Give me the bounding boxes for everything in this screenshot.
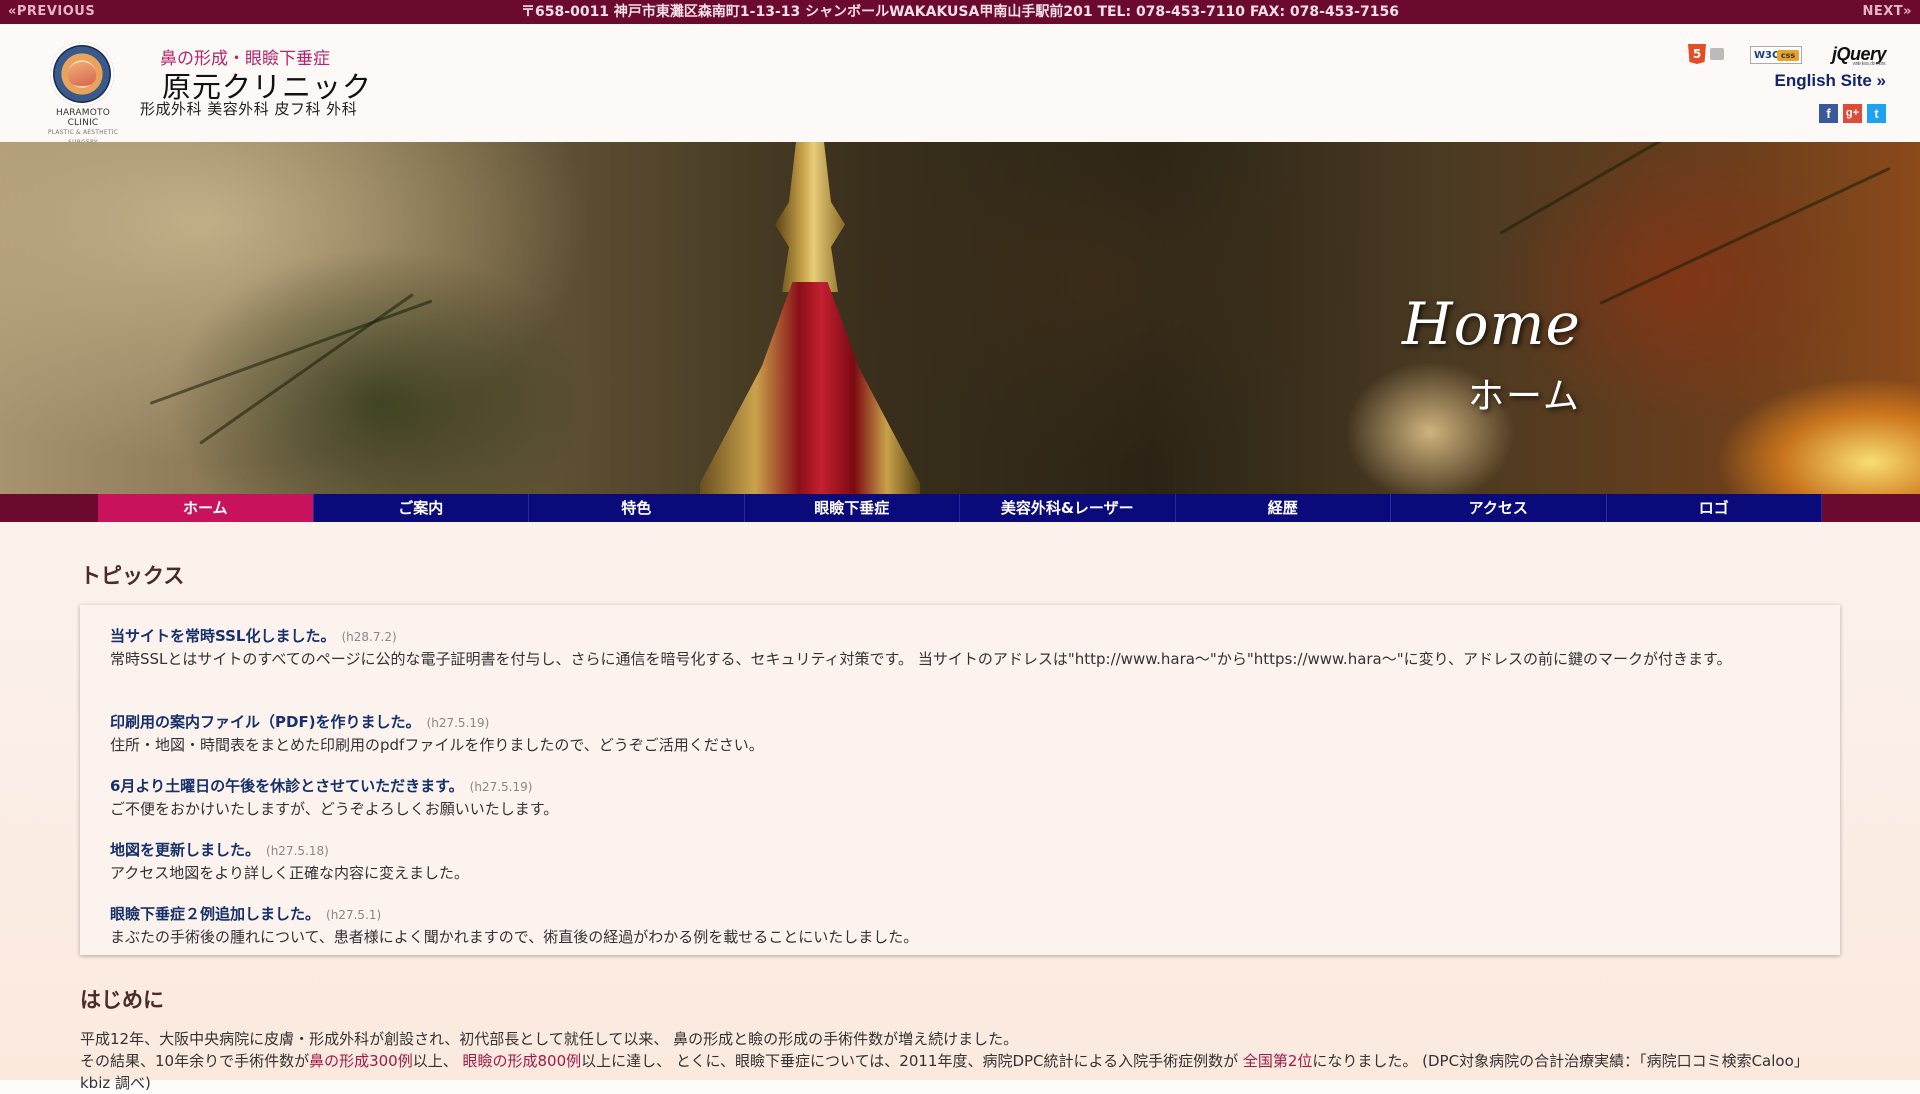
intro-text-segment: その結果、10年余りで手術件数が	[80, 1052, 310, 1070]
html5-sub-icon	[1710, 48, 1724, 60]
highlight-rank: 全国第2位	[1242, 1052, 1313, 1070]
intro-text-segment: 以上、	[412, 1052, 463, 1070]
nav-item-home[interactable]: ホーム	[98, 494, 314, 522]
topic-date: (h28.7.2)	[341, 630, 397, 644]
topic-header: 6月より土曜日の午後を休診とさせていただきます。 (h27.5.19)	[110, 775, 1820, 796]
list-item: 6月より土曜日の午後を休診とさせていただきます。 (h27.5.19) ご不便をお…	[110, 775, 1820, 820]
top-bar: «PREVIOUS 〒658-0011 神戸市東灘区森南町1-13-13 シャン…	[0, 0, 1920, 24]
nav-item-cosmetic[interactable]: 美容外科&レーザー	[960, 494, 1176, 522]
hero-title: Home	[1402, 290, 1581, 358]
clinic-logo-icon[interactable]	[50, 42, 114, 106]
logo-caption-text: HARAMOTO CLINIC	[55, 108, 110, 128]
branch-decoration	[149, 299, 433, 405]
site-header: HARAMOTO CLINIC PLASTIC & AESTHETIC SURG…	[0, 24, 1920, 146]
topics-box: 当サイトを常時SSL化しました。 (h28.7.2) 常時SSLとはサイトのすべて…	[80, 605, 1840, 955]
hero-subtitle: ホーム	[1468, 376, 1581, 417]
branch-decoration	[1599, 166, 1891, 305]
branch-decoration	[199, 293, 414, 445]
hero-banner: Home ホーム	[0, 142, 1920, 494]
topic-body: アクセス地図をより詳しく正確な内容に変えました。	[110, 864, 469, 882]
highlight-eyelid: 眼瞼の形成800例	[462, 1052, 582, 1070]
jquery-icon: jQuery write less, do more.	[1832, 44, 1887, 67]
intro-line-2: その結果、10年余りで手術件数が鼻の形成300例以上、 眼瞼の形成800例以上に…	[80, 1050, 1840, 1094]
topic-title[interactable]: 眼瞼下垂症２例追加しました。	[110, 905, 320, 923]
ornament-top	[775, 142, 845, 292]
departments: 形成外科 美容外科 皮フ科 外科	[140, 100, 358, 118]
nav-item-career[interactable]: 経歴	[1175, 494, 1391, 522]
intro-heading: はじめに	[80, 988, 164, 1012]
topic-date: (h27.5.19)	[469, 780, 533, 794]
topics-heading: トピックス	[80, 564, 185, 588]
html5-icon: 5	[1688, 44, 1706, 64]
next-link[interactable]: NEXT»	[1862, 0, 1912, 24]
list-item: 印刷用の案内ファイル（PDF)を作りました。 (h27.5.19) 住所・地図・時…	[110, 711, 1820, 756]
topic-header: 当サイトを常時SSL化しました。 (h28.7.2)	[110, 625, 1820, 646]
topic-date: (h27.5.18)	[266, 844, 329, 858]
english-site-link[interactable]: English Site »	[1775, 71, 1886, 91]
nav-item-access[interactable]: アクセス	[1391, 494, 1607, 522]
w3c-css-label: W3C	[1754, 50, 1780, 61]
highlight-nose: 鼻の形成300例	[309, 1052, 413, 1070]
nav-item-logo[interactable]: ロゴ	[1606, 494, 1822, 522]
topic-header: 地図を更新しました。 (h27.5.18)	[110, 839, 1820, 860]
list-item: 地図を更新しました。 (h27.5.18) アクセス地図をより詳しく正確な内容に変…	[110, 839, 1820, 884]
intro-text-segment: 以上に達し、 とくに、眼瞼下垂症については、2011年度、病院DPC統計による入…	[581, 1052, 1243, 1070]
ornament-body	[700, 282, 920, 494]
topic-title[interactable]: 地図を更新しました。	[110, 841, 260, 859]
social-links: f g+ t	[1814, 104, 1886, 124]
topic-title[interactable]: 印刷用の案内ファイル（PDF)を作りました。	[110, 713, 421, 731]
topic-title[interactable]: 当サイトを常時SSL化しました。	[110, 627, 336, 645]
facebook-icon[interactable]: f	[1819, 104, 1838, 123]
w3c-css-sub: css	[1777, 50, 1799, 61]
w3c-css-icon: W3C css	[1750, 46, 1802, 64]
clinic-address: 〒658-0011 神戸市東灘区森南町1-13-13 シャンボールWAKAKUS…	[521, 4, 1399, 20]
topic-header: 印刷用の案内ファイル（PDF)を作りました。 (h27.5.19)	[110, 711, 1820, 732]
topic-body: 住所・地図・時間表をまとめた印刷用のpdfファイルを作りましたので、どうぞご活用…	[110, 736, 764, 754]
twitter-icon[interactable]: t	[1867, 104, 1886, 123]
topic-header: 眼瞼下垂症２例追加しました。 (h27.5.1)	[110, 903, 1820, 924]
ornament-image	[680, 142, 940, 494]
topic-body: ご不便をおかけいたしますが、どうぞよろしくお願いいたします。	[110, 800, 559, 818]
main-nav: ホーム ご案内 特色 眼瞼下垂症 美容外科&レーザー 経歴 アクセス ロゴ	[0, 494, 1920, 522]
topic-body: まぶたの手術後の腫れについて、患者様によく聞かれますので、術直後の経過がわかる例…	[110, 928, 919, 946]
list-item: 当サイトを常時SSL化しました。 (h28.7.2) 常時SSLとはサイトのすべて…	[110, 625, 1820, 670]
topic-body: 常時SSLとはサイトのすべてのページに公的な電子証明書を付与し、さらに通信を暗号…	[110, 650, 1732, 668]
nav-item-ptosis[interactable]: 眼瞼下垂症	[744, 494, 960, 522]
topic-date: (h27.5.19)	[426, 716, 490, 730]
nav-item-features[interactable]: 特色	[529, 494, 745, 522]
intro-text: 平成12年、大阪中央病院に皮膚・形成外科が創設され、初代部長として就任して以来、…	[80, 1028, 1840, 1094]
google-plus-icon[interactable]: g+	[1843, 104, 1862, 123]
list-item: 眼瞼下垂症２例追加しました。 (h27.5.1) まぶたの手術後の腫れについて、患…	[110, 903, 1820, 948]
nav-item-guide[interactable]: ご案内	[313, 494, 529, 522]
intro-line-1: 平成12年、大阪中央病院に皮膚・形成外科が創設され、初代部長として就任して以来、…	[80, 1030, 1019, 1048]
badges: 5 W3C css jQuery write less, do more.	[1686, 44, 1887, 67]
topic-title[interactable]: 6月より土曜日の午後を休診とさせていただきます。	[110, 777, 464, 795]
topic-date: (h27.5.1)	[326, 908, 382, 922]
